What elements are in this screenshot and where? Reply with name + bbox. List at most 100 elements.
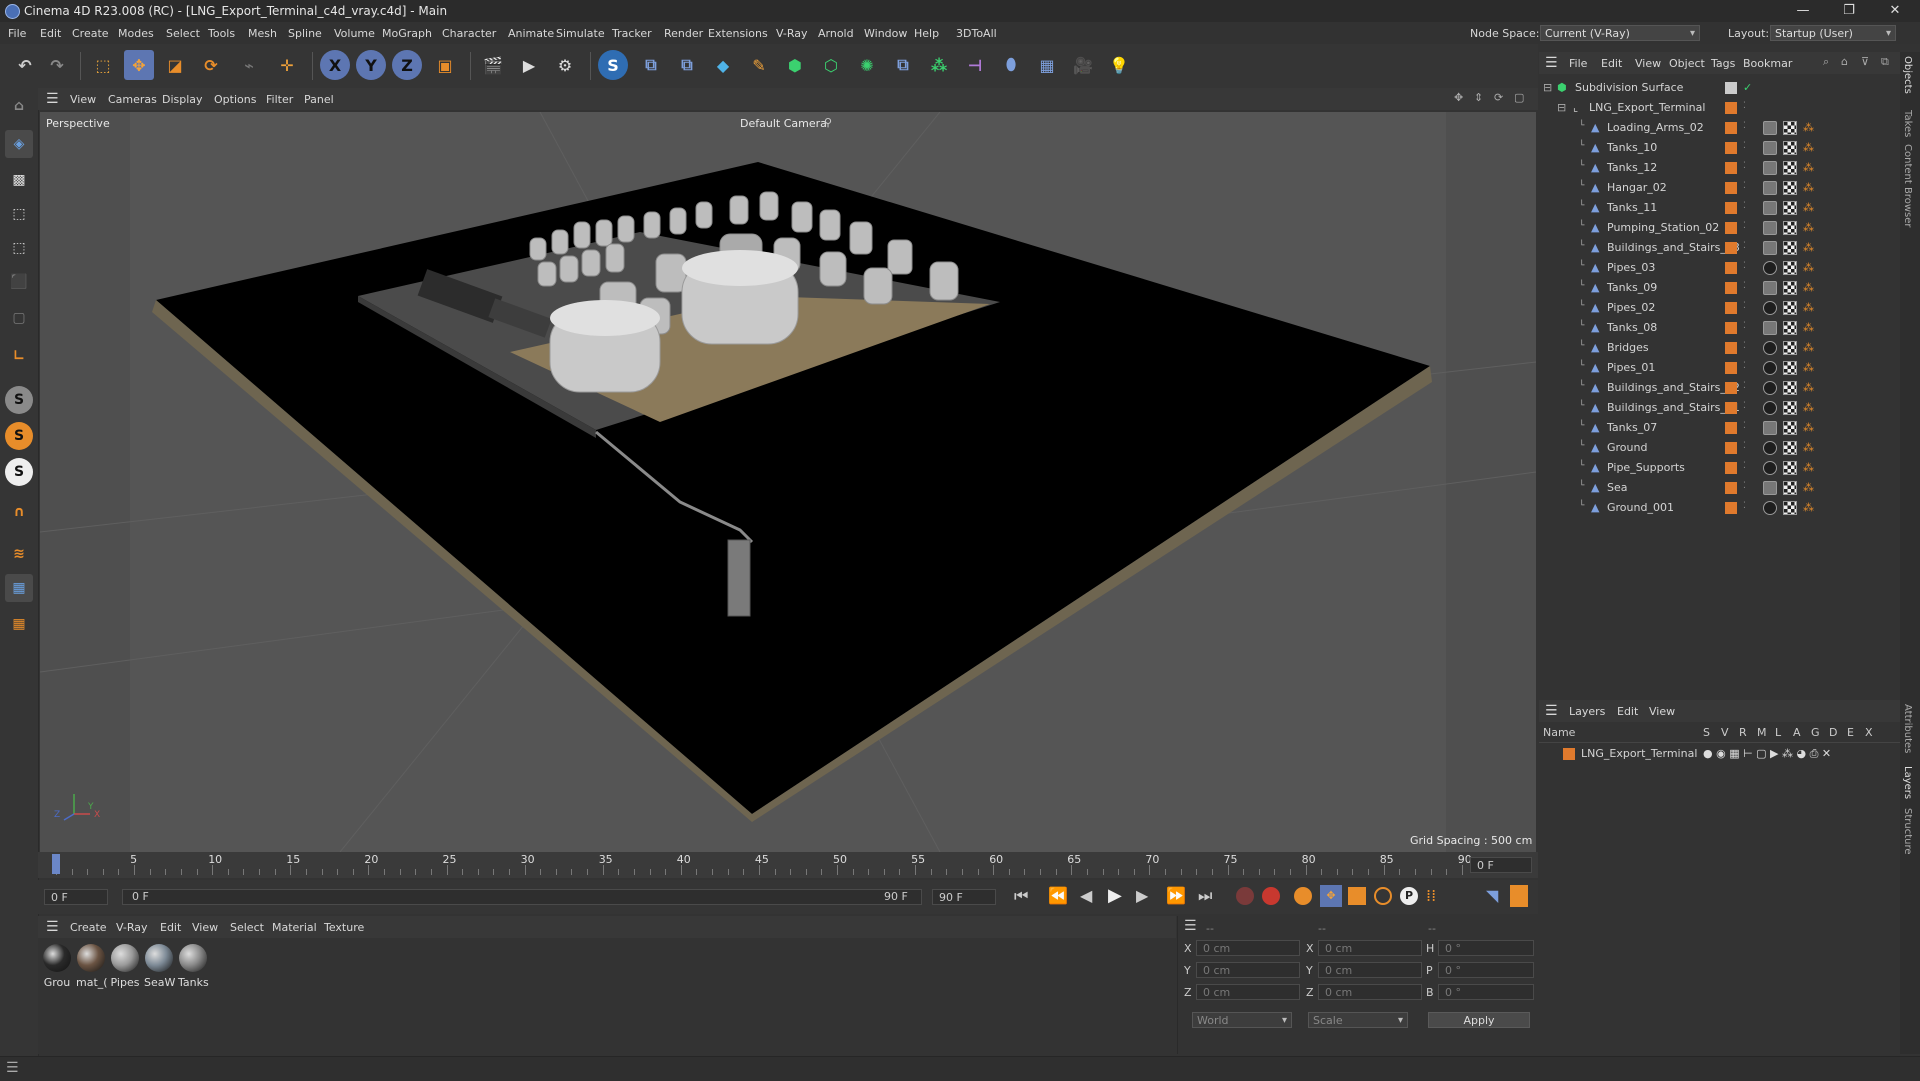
rotate-view-icon[interactable]: ⟳ — [1494, 91, 1503, 104]
render-picture-viewer-icon[interactable]: ▶ — [514, 50, 544, 80]
material-tag-icon[interactable] — [1763, 501, 1777, 515]
new-window-icon[interactable]: ⧉ — [1881, 55, 1889, 69]
editor-toggle-icon[interactable] — [1725, 82, 1737, 94]
object-menu-file[interactable]: File — [1569, 57, 1587, 70]
visibility-dots-icon[interactable]: ⁚ — [1743, 261, 1746, 271]
visibility-dots-icon[interactable]: ⁚ — [1743, 281, 1746, 291]
object-menu-bookmar[interactable]: Bookmar — [1743, 57, 1792, 70]
maximize-view-icon[interactable]: ▢ — [1514, 91, 1524, 104]
layer-color-icon[interactable] — [1563, 748, 1575, 760]
add-icon[interactable]: ✛ — [272, 50, 302, 80]
vray-tag-icon[interactable]: ⁂ — [1803, 121, 1814, 134]
layer-menu-layers[interactable]: Layers — [1569, 705, 1605, 718]
visibility-dots-icon[interactable]: ⁚ — [1743, 201, 1746, 211]
home-icon[interactable]: ⌂ — [1841, 55, 1848, 68]
material-swatch[interactable]: SeaW — [144, 944, 175, 989]
viewport-menu-cameras[interactable]: Cameras — [108, 93, 157, 106]
object-row[interactable]: └ ▲ Ground ⁚ ⁂ — [1539, 438, 1900, 458]
undo-icon[interactable]: ↶ — [10, 50, 40, 80]
tab-structure[interactable]: Structure — [1902, 808, 1913, 855]
visibility-dots-icon[interactable]: ⁚ — [1743, 481, 1746, 491]
tab-attributes[interactable]: Attributes — [1902, 704, 1913, 753]
subdivision-icon[interactable]: ⬢ — [780, 50, 810, 80]
snap-settings-icon[interactable]: S — [5, 422, 33, 450]
object-row[interactable]: └ ▲ Tanks_09 ⁚ ⁂ — [1539, 278, 1900, 298]
texture-tag-icon[interactable] — [1783, 341, 1797, 355]
camera-name[interactable]: Default Camera — [740, 117, 827, 130]
node-space-select[interactable]: Current (V-Ray) — [1540, 25, 1700, 42]
object-row-root[interactable]: ⊟ ⬢ Subdivision Surface ✓ — [1539, 78, 1900, 98]
viewport-menu-options[interactable]: Options — [214, 93, 256, 106]
object-row[interactable]: └ ▲ Buildings_and_Stairs_02 ⁚ ⁂ — [1539, 378, 1900, 398]
material-menu-select[interactable]: Select — [230, 921, 264, 934]
polygons-mode-icon[interactable]: ⬛ — [5, 268, 33, 296]
texture-tag-icon[interactable] — [1783, 361, 1797, 375]
viewport-menu-filter[interactable]: Filter — [266, 93, 293, 106]
z-axis-icon[interactable]: Z — [392, 50, 422, 80]
material-hamburger-icon[interactable]: ☰ — [46, 919, 59, 935]
vray-tag-icon[interactable]: ⁂ — [1803, 281, 1814, 294]
rotate-icon[interactable]: ⟳ — [196, 50, 226, 80]
material-tag-icon[interactable] — [1763, 381, 1777, 395]
end-frame-field[interactable]: 90 F — [932, 889, 996, 905]
visibility-dots-icon[interactable]: ⁚ — [1743, 361, 1746, 371]
visibility-dots-icon[interactable]: ⁚ — [1743, 421, 1746, 431]
texture-tag-icon[interactable] — [1783, 401, 1797, 415]
vray-tag-icon[interactable]: ⁂ — [1803, 421, 1814, 434]
edges-mode-icon[interactable]: ⬚ — [5, 234, 33, 262]
start-frame-field[interactable]: 0 F — [44, 889, 108, 905]
vray-tag-icon[interactable]: ⁂ — [1803, 361, 1814, 374]
texture-tag-icon[interactable] — [1783, 141, 1797, 155]
x-axis-icon[interactable]: X — [320, 50, 350, 80]
menu-file[interactable]: File — [8, 27, 26, 40]
tab-objects[interactable]: Objects — [1902, 56, 1913, 94]
size-field[interactable]: 0 cm — [1318, 984, 1422, 1000]
pan-view-icon[interactable]: ✥ — [1454, 91, 1463, 104]
material-swatch[interactable]: mat_( — [76, 944, 108, 989]
object-row[interactable]: └ ▲ Ground_001 ⁚ ⁂ — [1539, 498, 1900, 518]
menu-arnold[interactable]: Arnold — [818, 27, 854, 40]
vray-tag-icon[interactable]: ⁂ — [1803, 161, 1814, 174]
object-row[interactable]: └ ▲ Pipes_03 ⁚ ⁂ — [1539, 258, 1900, 278]
grid-icon[interactable]: ▦ — [5, 574, 33, 602]
object-menu-view[interactable]: View — [1635, 57, 1661, 70]
texture-tag-icon[interactable] — [1783, 261, 1797, 275]
tab-takes[interactable]: Takes — [1902, 110, 1913, 137]
pen-icon[interactable]: ✎ — [744, 50, 774, 80]
material-tag-icon[interactable] — [1763, 341, 1777, 355]
object-row[interactable]: └ ▲ Pipes_01 ⁚ ⁂ — [1539, 358, 1900, 378]
coords-hamburger-icon[interactable]: ☰ — [1184, 918, 1197, 934]
material-tag-icon[interactable] — [1763, 221, 1777, 235]
vray-tag-icon[interactable]: ⁂ — [1803, 461, 1814, 474]
object-hamburger-icon[interactable]: ☰ — [1545, 55, 1558, 71]
key-rotation-icon[interactable] — [1374, 887, 1392, 905]
rotation-field[interactable]: 0 ° — [1438, 940, 1534, 956]
vray-tag-icon[interactable]: ⁂ — [1803, 401, 1814, 414]
vray-tag-icon[interactable]: ⁂ — [1803, 381, 1814, 394]
texture-tag-icon[interactable] — [1783, 221, 1797, 235]
camera-lock-icon[interactable]: ⚲ — [824, 116, 832, 129]
visibility-dots-icon[interactable]: ⁚ — [1743, 321, 1746, 331]
object-row[interactable]: └ ▲ Tanks_10 ⁚ ⁂ — [1539, 138, 1900, 158]
texture-tag-icon[interactable] — [1783, 281, 1797, 295]
object-row[interactable]: └ ▲ Hangar_02 ⁚ ⁂ — [1539, 178, 1900, 198]
menu-volume[interactable]: Volume — [334, 27, 375, 40]
size-mode-select[interactable]: Scale — [1308, 1012, 1408, 1029]
material-tag-icon[interactable] — [1763, 301, 1777, 315]
texture-tag-icon[interactable] — [1783, 441, 1797, 455]
visibility-dots-icon[interactable]: ⁚ — [1743, 221, 1746, 231]
menu-animate[interactable]: Animate — [508, 27, 554, 40]
enabled-check-icon[interactable]: ✓ — [1743, 81, 1752, 94]
menu-render[interactable]: Render — [664, 27, 703, 40]
material-tag-icon[interactable] — [1763, 161, 1777, 175]
texture-tag-icon[interactable] — [1783, 201, 1797, 215]
position-field[interactable]: 0 cm — [1196, 940, 1300, 956]
object-row[interactable]: └ ▲ Pipe_Supports ⁚ ⁂ — [1539, 458, 1900, 478]
visibility-dots-icon[interactable]: ⁚ — [1743, 241, 1746, 251]
vray-icon[interactable]: S — [598, 50, 628, 80]
lock-workplane-icon[interactable]: ▦ — [5, 610, 33, 638]
dolly-view-icon[interactable]: ⇕ — [1474, 91, 1483, 104]
visibility-dots-icon[interactable]: ⁚ — [1743, 301, 1746, 311]
material-swatch[interactable]: Tanks — [178, 944, 209, 989]
material-menu-view[interactable]: View — [192, 921, 218, 934]
